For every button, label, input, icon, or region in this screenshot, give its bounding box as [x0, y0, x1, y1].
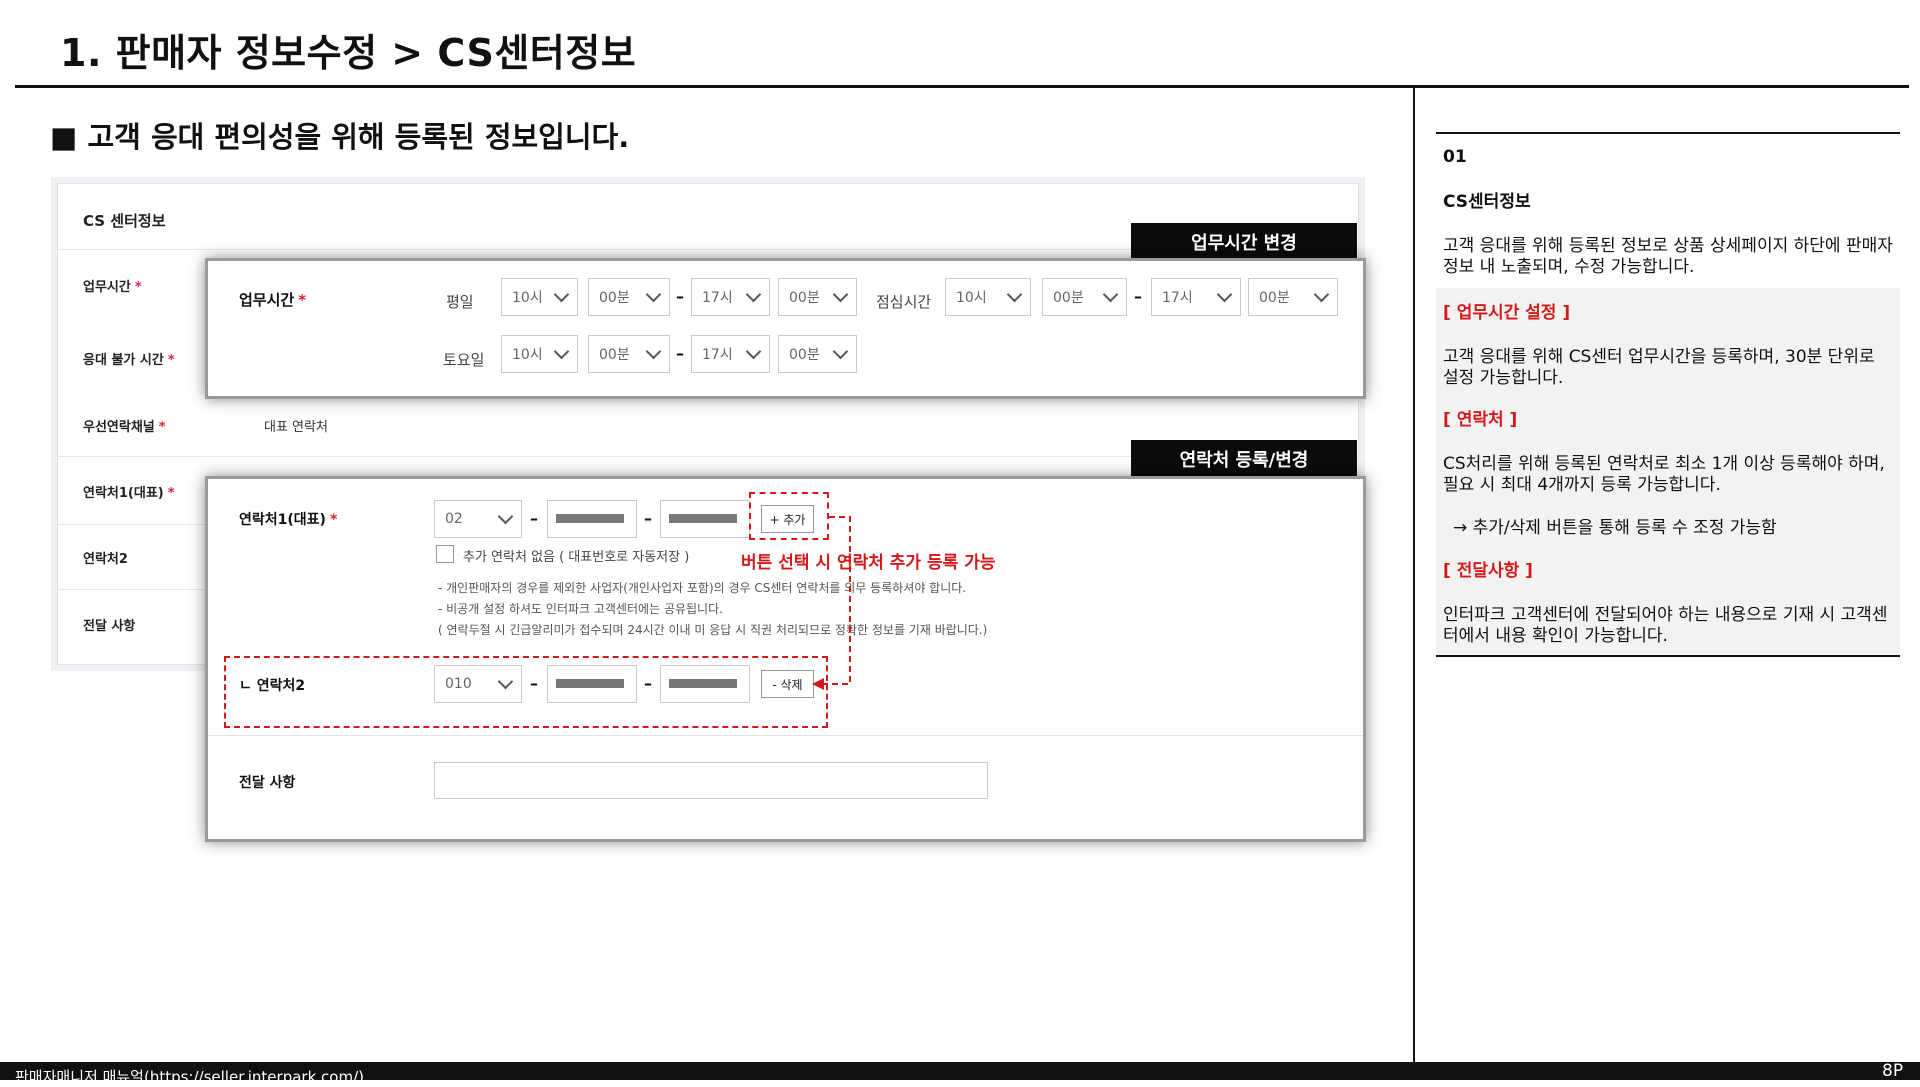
rp-hours-text: 고객 응대를 위해 CS센터 업무시간을 등록하며, 30분 단위로 설정 가능…: [1443, 347, 1875, 388]
weekday-label: 평일: [446, 293, 474, 311]
lunch-start-min-select[interactable]: 00분: [1042, 278, 1127, 316]
rp-intro: 고객 응대를 위해 등록된 정보로 상품 상세페이지 하단에 판매자 정보 내 …: [1443, 236, 1893, 277]
contact1-last-input[interactable]: [660, 500, 750, 538]
vertical-divider: [1413, 87, 1415, 1062]
message-panel-label: 전달 사항: [239, 775, 296, 791]
tag-contact-change: 연락처 등록/변경: [1131, 440, 1357, 478]
lunch-label: 점심시간: [876, 293, 932, 311]
chevron-down-icon: [553, 286, 570, 303]
page-title: 1. 판매자 정보수정 > CS센터정보: [60, 31, 637, 75]
chevron-down-icon: [497, 673, 514, 690]
screenshot-title: CS 센터정보: [83, 212, 166, 230]
range-dash: –: [676, 344, 684, 363]
note-line: - 개인판매자의 경우를 제외한 사업자(개인사업자 포함)의 경우 CS센터 …: [438, 581, 967, 595]
unavailable-label: 응대 불가 시간 *: [83, 353, 175, 368]
tag-hours-change: 업무시간 변경: [1131, 223, 1357, 261]
masked-value: [556, 514, 624, 523]
chevron-down-icon: [1313, 286, 1330, 303]
note-line: ( 연락두절 시 긴급알리미가 접수되며 24시간 이내 미 응답 시 직권 처…: [438, 623, 988, 637]
contact2-middle-input[interactable]: [547, 665, 637, 703]
saturday-start-min-select[interactable]: 00분: [588, 335, 670, 373]
add-annotation: 버튼 선택 시 연락처 추가 등록 가능: [741, 553, 996, 573]
masked-value: [669, 514, 737, 523]
lunch-end-min-select[interactable]: 00분: [1248, 278, 1338, 316]
contact-zoom-panel: 연락처1(대표) * 02 – – + 추가 추가 연락처 없음 ( 대표번호로 …: [205, 476, 1366, 842]
hours-label: 업무시간 *: [83, 280, 142, 295]
contact1-panel-label: 연락처1(대표) *: [239, 512, 338, 528]
rp-message-heading: [ 전달사항 ]: [1443, 561, 1533, 581]
contact2-panel-label: ㄴ 연락처2: [239, 678, 306, 694]
weekday-end-hour-select[interactable]: 17시: [691, 278, 770, 316]
section-heading: ■ 고객 응대 편의성을 위해 등록된 정보입니다.: [50, 120, 630, 154]
message-label: 전달 사항: [83, 619, 136, 634]
rp-title: CS센터정보: [1443, 192, 1531, 212]
phone-dash: –: [530, 674, 538, 693]
masked-value: [556, 679, 624, 688]
right-panel-bottom-rule: [1436, 655, 1900, 657]
chevron-down-icon: [745, 343, 762, 360]
footer-text: 판매자매니저 매뉴얼(https://seller.interpark.com/…: [15, 1068, 364, 1086]
contact2-area-select[interactable]: 010: [434, 665, 522, 703]
phone-dash: –: [644, 509, 652, 528]
rp-number: 01: [1443, 147, 1467, 167]
chevron-down-icon: [645, 286, 662, 303]
saturday-label: 토요일: [443, 351, 485, 369]
chevron-down-icon: [553, 343, 570, 360]
contact2-label: 연락처2: [83, 552, 128, 567]
rp-contact-text: CS처리를 위해 등록된 연락처로 최소 1개 이상 등록해야 하며, 필요 시…: [1443, 454, 1885, 495]
priority-channel-label: 우선연락채널 *: [83, 420, 166, 435]
chevron-down-icon: [1006, 286, 1023, 303]
weekday-start-min-select[interactable]: 00분: [588, 278, 670, 316]
weekday-end-min-select[interactable]: 00분: [778, 278, 857, 316]
chevron-down-icon: [832, 343, 849, 360]
note-line: - 비공개 설정 하셔도 인터파크 고객센터에는 공유됩니다.: [438, 602, 723, 616]
weekday-start-hour-select[interactable]: 10시: [501, 278, 578, 316]
chevron-down-icon: [1102, 286, 1119, 303]
chevron-down-icon: [745, 286, 762, 303]
add-arrow-connector: [812, 516, 851, 690]
masked-value: [669, 679, 737, 688]
range-dash: –: [676, 287, 684, 306]
chevron-down-icon: [1216, 286, 1233, 303]
right-panel-top-rule: [1436, 132, 1900, 134]
phone-dash: –: [530, 509, 538, 528]
divider: [208, 735, 1363, 736]
phone-dash: –: [644, 674, 652, 693]
contact1-middle-input[interactable]: [547, 500, 637, 538]
chevron-down-icon: [832, 286, 849, 303]
saturday-end-hour-select[interactable]: 17시: [691, 335, 770, 373]
range-dash: –: [1134, 287, 1142, 306]
message-input[interactable]: [434, 762, 988, 799]
delete-contact-button[interactable]: - 삭제: [761, 670, 814, 698]
lunch-end-hour-select[interactable]: 17시: [1151, 278, 1241, 316]
rp-contact-arrow-text: → 추가/삭제 버튼을 통해 등록 수 조정 가능함: [1453, 518, 1777, 538]
no-more-contact-checkbox[interactable]: [436, 545, 454, 563]
saturday-end-min-select[interactable]: 00분: [778, 335, 857, 373]
saturday-start-hour-select[interactable]: 10시: [501, 335, 578, 373]
rp-contact-heading: [ 연락처 ]: [1443, 410, 1518, 430]
rp-message-text: 인터파크 고객센터에 전달되어야 하는 내용으로 기재 시 고객센터에서 내용 …: [1443, 605, 1888, 646]
lunch-start-hour-select[interactable]: 10시: [945, 278, 1031, 316]
contact1-label: 연락처1(대표) *: [83, 486, 175, 501]
chevron-down-icon: [645, 343, 662, 360]
contact1-area-select[interactable]: 02: [434, 500, 522, 538]
title-divider: [15, 85, 1909, 88]
page-number: 8P: [1882, 1061, 1904, 1081]
priority-channel-value: 대표 연락처: [264, 420, 328, 435]
hours-panel-label: 업무시간 *: [239, 291, 307, 309]
chevron-down-icon: [497, 508, 514, 525]
no-more-contact-label: 추가 연락처 없음 ( 대표번호로 자동저장 ): [463, 550, 690, 565]
rp-hours-heading: [ 업무시간 설정 ]: [1443, 303, 1571, 323]
hours-zoom-panel: 업무시간 * 평일 10시 00분 – 17시 00분 점심시간 10시 00분 …: [205, 258, 1366, 399]
contact2-last-input[interactable]: [660, 665, 750, 703]
